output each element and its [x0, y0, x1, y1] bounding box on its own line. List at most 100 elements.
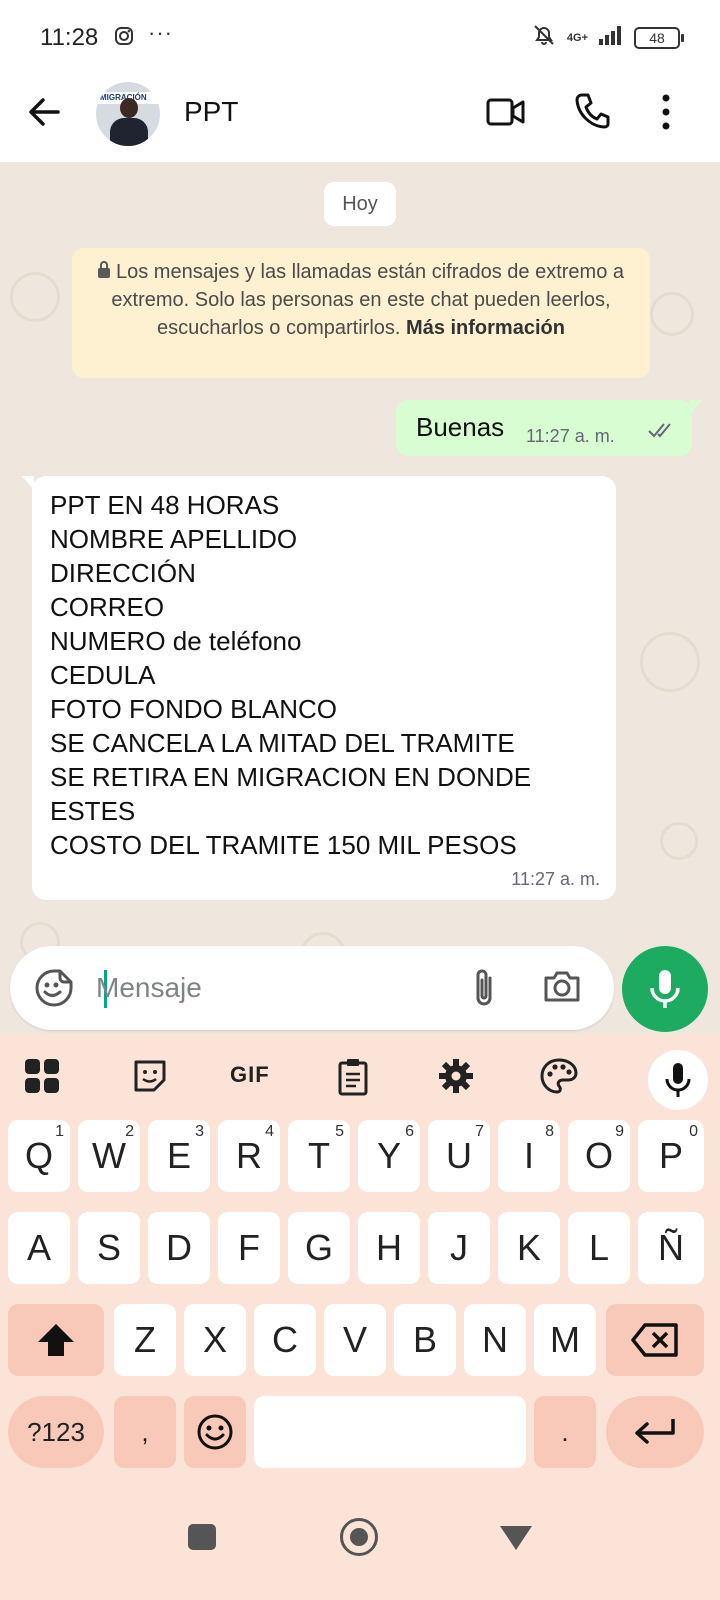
incoming-message[interactable]: PPT EN 48 HORAS NOMBRE APELLIDO DIRECCIÓ… [22, 476, 616, 900]
clipboard-icon[interactable] [336, 1058, 370, 1101]
backspace-icon [631, 1323, 678, 1357]
key-m[interactable]: M [534, 1304, 596, 1376]
key-y[interactable]: Y6 [358, 1120, 420, 1192]
gif-button[interactable]: GIF [230, 1062, 270, 1088]
message-line: NUMERO de teléfono [50, 626, 302, 656]
key-c[interactable]: C [254, 1304, 316, 1376]
battery-icon: 48 [634, 26, 684, 49]
apps-grid-icon[interactable] [24, 1058, 60, 1099]
key-z[interactable]: Z [114, 1304, 176, 1376]
network-type: 4G+ [566, 31, 588, 44]
voice-message-button[interactable] [622, 946, 708, 1032]
key-l[interactable]: L [568, 1212, 630, 1284]
key-j[interactable]: J [428, 1212, 490, 1284]
settings-gear-icon[interactable] [438, 1058, 474, 1099]
message-text: Buenas [416, 412, 505, 442]
key-hint: 1 [55, 1123, 64, 1140]
camera-icon[interactable] [542, 968, 582, 1009]
system-nav-bar [0, 1488, 720, 1600]
smiley-icon [197, 1414, 233, 1450]
shift-key[interactable] [8, 1304, 104, 1376]
wallpaper-doodle [660, 822, 698, 860]
message-line: ESTES [50, 796, 136, 826]
backspace-key[interactable] [606, 1304, 704, 1376]
key-t[interactable]: T5 [288, 1120, 350, 1192]
key-a[interactable]: A [8, 1212, 70, 1284]
key-hint: 2 [125, 1123, 134, 1140]
avatar[interactable]: MIGRACIÓN [96, 82, 160, 146]
message-line: DIRECCIÓN [50, 558, 196, 588]
key-label: P [658, 1135, 683, 1176]
key-i[interactable]: I8 [498, 1120, 560, 1192]
key-e[interactable]: E3 [148, 1120, 210, 1192]
emoji-key[interactable] [184, 1396, 246, 1468]
instagram-icon [114, 26, 134, 51]
key-k[interactable]: K [498, 1212, 560, 1284]
sticker-icon[interactable] [132, 1058, 168, 1099]
message-line: SE CANCELA LA MITAD DEL TRAMITE [50, 728, 515, 758]
key-label: U [446, 1135, 472, 1176]
key-label: W [92, 1135, 126, 1176]
key-u[interactable]: U7 [428, 1120, 490, 1192]
attachment-icon[interactable] [470, 966, 498, 1015]
spacebar[interactable] [254, 1396, 526, 1468]
key-h[interactable]: H [358, 1212, 420, 1284]
theme-palette-icon[interactable] [540, 1058, 578, 1099]
back-triangle-icon[interactable] [500, 1526, 532, 1550]
key-hint: 0 [689, 1123, 698, 1140]
key-p[interactable]: P0 [638, 1120, 704, 1192]
key-g[interactable]: G [288, 1212, 350, 1284]
key-o[interactable]: O9 [568, 1120, 630, 1192]
keyboard-voice-input-button[interactable] [648, 1050, 708, 1110]
microphone-icon [665, 1063, 691, 1097]
key-s[interactable]: S [78, 1212, 140, 1284]
message-line: CORREO [50, 592, 165, 622]
signal-icon [598, 24, 624, 51]
status-overflow-icon: ··· [148, 20, 173, 45]
status-bar: 11:28 ··· 4G+ 48 [0, 0, 720, 70]
date-chip: Hoy [324, 182, 396, 226]
enter-arrow-icon [635, 1419, 675, 1444]
mute-notifications-icon [531, 22, 557, 53]
message-text: PPT EN 48 HORAS NOMBRE APELLIDO DIRECCIÓ… [50, 488, 531, 862]
key-q[interactable]: Q1 [8, 1120, 70, 1192]
home-icon[interactable] [340, 1518, 378, 1556]
phone-icon[interactable] [574, 92, 610, 135]
comma-key[interactable]: , [114, 1396, 176, 1468]
enter-key[interactable] [606, 1396, 704, 1468]
key-d[interactable]: D [148, 1212, 210, 1284]
key-r[interactable]: R4 [218, 1120, 280, 1192]
key-enye[interactable]: Ñ [638, 1212, 704, 1284]
symbols-key[interactable]: ?123 [8, 1396, 104, 1468]
recent-apps-icon[interactable] [188, 1524, 216, 1550]
wallpaper-doodle [650, 292, 694, 336]
key-n[interactable]: N [464, 1304, 526, 1376]
back-arrow-icon[interactable] [24, 92, 64, 132]
video-call-icon[interactable] [486, 94, 526, 135]
avatar-body [110, 118, 148, 146]
key-v[interactable]: V [324, 1304, 386, 1376]
message-line: FOTO FONDO BLANCO [50, 694, 337, 724]
more-info-link[interactable]: Más información [406, 317, 565, 339]
chat-header: MIGRACIÓN PPT [0, 70, 720, 162]
message-time: 11:27 a. m. [511, 869, 600, 889]
key-hint: 6 [405, 1123, 414, 1140]
key-b[interactable]: B [394, 1304, 456, 1376]
key-w[interactable]: W2 [78, 1120, 140, 1192]
encryption-notice[interactable]: Los mensajes y las llamadas están cifrad… [72, 248, 650, 378]
sticker-emoji-icon[interactable] [34, 968, 74, 1013]
chat-area[interactable]: Hoy Los mensajes y las llamadas están ci… [0, 162, 720, 1034]
outgoing-message[interactable]: Buenas 11:27 a. m. [396, 400, 702, 456]
more-options-icon[interactable] [660, 92, 672, 137]
period-key[interactable]: . [534, 1396, 596, 1468]
contact-name[interactable]: PPT [184, 96, 238, 128]
key-f[interactable]: F [218, 1212, 280, 1284]
key-label: T [308, 1135, 330, 1176]
message-line: PPT EN 48 HORAS [50, 490, 280, 520]
avatar-head [120, 98, 138, 118]
key-x[interactable]: X [184, 1304, 246, 1376]
message-line: CEDULA [50, 660, 156, 690]
message-input[interactable] [96, 960, 446, 1016]
status-time: 11:28 [40, 24, 99, 51]
bubble-tail [690, 400, 702, 414]
